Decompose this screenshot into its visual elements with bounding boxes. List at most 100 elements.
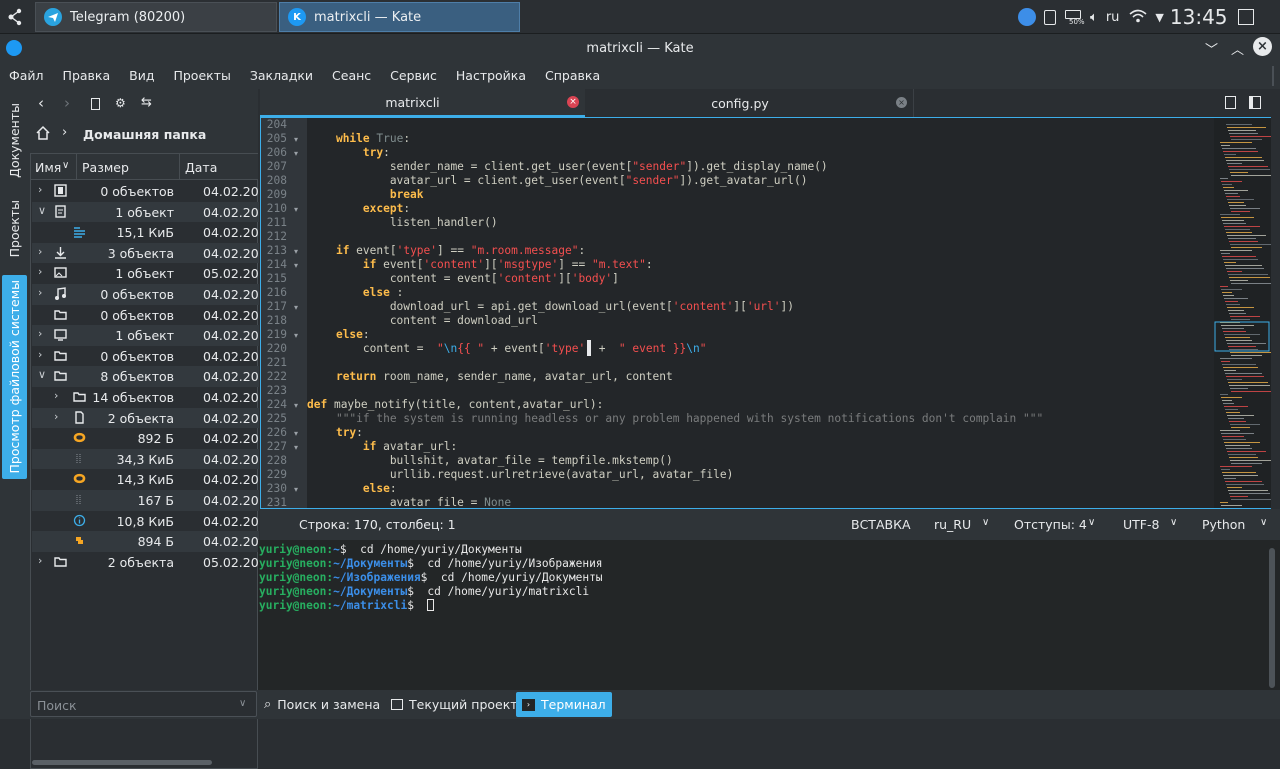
options-icon[interactable]: ⇆	[141, 95, 152, 110]
app-launcher-icon[interactable]	[6, 6, 28, 28]
menu-overflow-handle[interactable]	[1272, 66, 1274, 86]
sync-icon[interactable]: ⚙︎	[115, 96, 126, 110]
window-titlebar[interactable]: matrixcli — Kate ﹀ ︿ ×	[0, 34, 1280, 62]
tab-config-py[interactable]: config.py ×	[587, 89, 914, 117]
tab-current-project[interactable]: Текущий проект	[385, 692, 524, 717]
file-row[interactable]: ∨ 1 объект 04.02.202	[32, 201, 259, 223]
minimap[interactable]	[1214, 118, 1271, 508]
file-row[interactable]: 10,8 КиБ 04.02.202	[32, 511, 259, 532]
cursor-position[interactable]: Строка: 170, столбец: 1	[299, 517, 456, 532]
close-button[interactable]: ×	[1253, 37, 1272, 56]
code-line: return room_name, sender_name, avatar_ur…	[335, 370, 673, 383]
file-row[interactable]: › 2 объекта 05.02.202	[32, 552, 259, 573]
battery-icon[interactable]: 50%	[1064, 7, 1085, 27]
collapse-chevron-icon[interactable]: ∨	[38, 368, 46, 381]
clock[interactable]: 13:45	[1170, 5, 1228, 29]
encoding-select[interactable]: UTF-8	[1123, 517, 1159, 532]
forward-arrow-icon[interactable]: ›	[64, 94, 70, 112]
tab-projects[interactable]: Проекты	[2, 189, 27, 269]
home-icon[interactable]	[35, 125, 51, 144]
wifi-icon[interactable]	[1129, 9, 1147, 26]
code-line: except:	[362, 202, 411, 215]
file-row[interactable]: › 0 объектов 04.02.202	[32, 181, 259, 202]
file-row[interactable]: › 0 объектов 04.02.202	[32, 346, 259, 367]
indentation-select[interactable]: Отступы: 4	[1014, 517, 1087, 532]
menu-settings[interactable]: Настройка	[456, 68, 526, 83]
file-size: 14 объектов	[92, 390, 174, 405]
split-view-icon[interactable]	[1249, 96, 1261, 109]
collapse-chevron-icon[interactable]: ∨	[38, 204, 46, 217]
expand-chevron-icon[interactable]: ›	[38, 286, 42, 299]
task-kate[interactable]: K matrixcli — Kate	[279, 2, 520, 32]
expand-chevron-icon[interactable]: ›	[38, 554, 42, 567]
syntax-select[interactable]: Python	[1202, 517, 1245, 532]
file-row[interactable]: 892 Б 04.02.202	[32, 428, 259, 449]
new-tab-icon[interactable]	[1225, 96, 1236, 109]
menu-help[interactable]: Справка	[545, 68, 600, 83]
file-row[interactable]: 894 Б 04.02.202	[32, 531, 259, 552]
tab-terminal[interactable]: › Терминал	[516, 692, 612, 717]
menu-file[interactable]: Файл	[9, 68, 44, 83]
file-row[interactable]: › 3 объекта 04.02.202	[32, 242, 259, 264]
code-line: content = "\n{{ " + event['type'] + " ev…	[309, 342, 707, 355]
file-row[interactable]: 15,1 КиБ 04.02.202	[32, 222, 259, 243]
file-row[interactable]: 14,3 КиБ 04.02.202	[32, 469, 259, 490]
menu-projects[interactable]: Проекты	[173, 68, 230, 83]
file-date: 04.02.202	[203, 328, 259, 344]
close-tab-icon[interactable]: ×	[896, 97, 907, 108]
dictionary-select[interactable]: ru_RU	[934, 517, 971, 532]
menu-edit[interactable]: Правка	[63, 68, 111, 83]
file-size: 0 объектов	[100, 287, 174, 302]
column-size[interactable]: Размер	[82, 160, 129, 175]
expand-chevron-icon[interactable]: ›	[38, 265, 42, 278]
terminal-panel[interactable]: yuriy@neon:~$ cd /home/yuriy/Документы yu…	[258, 540, 1280, 690]
minimize-button[interactable]: ﹀	[1205, 39, 1218, 58]
column-date[interactable]: Дата	[185, 160, 217, 175]
menu-view[interactable]: Вид	[129, 68, 154, 83]
search-input[interactable]: Поиск ∨	[30, 691, 257, 717]
expand-chevron-icon[interactable]: ›	[54, 410, 58, 423]
file-row[interactable]: 167 Б 04.02.202	[32, 490, 259, 511]
breadcrumb-home[interactable]: Домашняя папка	[83, 127, 206, 142]
close-tab-icon[interactable]: ×	[567, 96, 579, 108]
file-size: 0 объектов	[100, 348, 174, 364]
maximize-button[interactable]: ︿	[1231, 39, 1244, 58]
file-row[interactable]: › 14 объектов 04.02.202	[32, 387, 259, 408]
horizontal-scrollbar[interactable]	[32, 760, 212, 765]
file-row[interactable]: › 0 объектов 04.02.202	[32, 284, 259, 305]
file-date: 04.02.202	[203, 431, 259, 447]
file-row[interactable]: › 1 объект 05.02.202	[32, 263, 259, 284]
volume-icon[interactable]: 🔈︎	[1090, 10, 1098, 25]
column-name[interactable]: Имя	[35, 160, 63, 175]
expand-chevron-icon[interactable]: ›	[38, 245, 42, 258]
back-arrow-icon[interactable]: ‹	[38, 94, 44, 112]
tray-expand-icon[interactable]: ▼	[1155, 11, 1163, 24]
tab-matrixcli[interactable]: matrixcli ×	[260, 89, 585, 117]
tab-documents[interactable]: Документы	[2, 93, 27, 187]
code-editor[interactable]: 204 205 ▾ 206 ▾ 207 208 209 210 ▾ 211 212 213 ▾ 214 ▾ 21…	[260, 117, 1272, 509]
menu-bookmarks[interactable]: Закладки	[250, 68, 313, 83]
updates-icon[interactable]	[1018, 8, 1036, 26]
editor-scrollbar[interactable]	[1271, 117, 1280, 509]
menu-session[interactable]: Сеанс	[332, 68, 371, 83]
expand-chevron-icon[interactable]: ›	[38, 348, 42, 361]
task-telegram[interactable]: Telegram (80200)	[35, 2, 277, 32]
file-row[interactable]: ∨ 8 объектов 04.02.202	[32, 366, 259, 387]
terminal-scrollbar[interactable]	[1269, 548, 1275, 688]
file-row[interactable]: 0 объектов 04.02.202	[32, 305, 259, 326]
expand-chevron-icon[interactable]: ›	[38, 327, 42, 340]
bookmark-icon[interactable]	[91, 98, 100, 110]
expand-chevron-icon[interactable]: ›	[38, 183, 42, 196]
menu-tools[interactable]: Сервис	[390, 68, 437, 83]
clipboard-icon[interactable]	[1044, 9, 1056, 25]
taskbar: Telegram (80200) K matrixcli — Kate 50% …	[0, 0, 1280, 34]
tab-search-replace[interactable]: ⌕ Поиск и замена	[258, 692, 386, 717]
input-mode[interactable]: ВСТАВКА	[851, 517, 911, 532]
expand-chevron-icon[interactable]: ›	[54, 389, 58, 402]
keyboard-layout[interactable]: ru	[1106, 10, 1120, 25]
tab-filesystem-browser[interactable]: Просмотр файловой системы	[2, 275, 27, 479]
file-row[interactable]: › 2 объекта 04.02.202	[32, 407, 259, 429]
file-row[interactable]: › 1 объект 04.02.202	[32, 325, 259, 346]
show-desktop-icon[interactable]	[1237, 9, 1254, 25]
file-row[interactable]: 34,3 КиБ 04.02.202	[32, 448, 259, 470]
